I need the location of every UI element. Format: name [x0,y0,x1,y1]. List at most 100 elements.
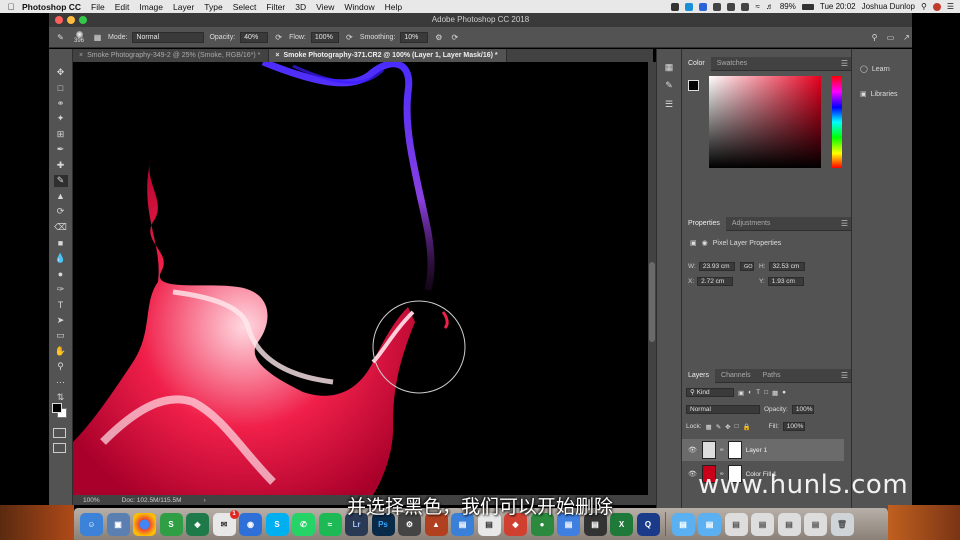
tab-layers[interactable]: Layers [682,368,716,383]
edit-toolbar-icon[interactable]: ⋯ [54,376,68,389]
foreground-color-chip[interactable] [688,80,699,91]
search-icon[interactable]: ⚲ [921,2,927,11]
volume-icon[interactable]: ♬ [766,2,774,11]
workspace-icon[interactable]: ▭ [885,32,896,43]
layer-opacity-field[interactable]: 100% [791,405,814,414]
tab-adjustments[interactable]: Adjustments [726,217,777,231]
tray-icon[interactable] [713,2,722,11]
menu-filter[interactable]: Filter [266,2,285,12]
zoom-window-button[interactable] [79,16,87,24]
adjust-panel-icon[interactable]: ☰ [662,98,676,111]
brush-preset-picker[interactable]: 396 [71,30,87,44]
battery-icon[interactable] [801,3,814,10]
layer-row-layer-1[interactable]: 👁 ∞ Layer 1 [682,439,844,461]
mode-select[interactable]: Normal [132,31,205,43]
tab-document-2[interactable]: × Smoke Photography-371.CR2 @ 100% (Layer… [269,49,507,62]
airbrush-icon[interactable]: ⟳ [344,32,355,43]
tab-paths[interactable]: Paths [757,369,787,383]
tray-icon[interactable] [741,2,750,11]
user-name[interactable]: Joshua Dunlop [862,2,915,11]
history-panel-icon[interactable]: ▦ [662,61,676,74]
battery-percent[interactable]: 89% [780,2,796,11]
clock[interactable]: Tue 20:02 [820,2,856,11]
quick-select-tool-icon[interactable]: ✦ [54,113,68,126]
history-brush-tool-icon[interactable]: ⟳ [54,206,68,219]
screen-mode-icon[interactable] [53,443,66,453]
libraries-button[interactable]: ▣ Libraries [856,86,909,102]
menu-help[interactable]: Help [385,2,402,12]
foreground-color-swatch[interactable] [52,403,62,413]
y-field[interactable]: 1.93 cm [767,277,804,286]
close-tab-icon[interactable]: × [275,52,279,59]
brush-panel-icon[interactable]: ✎ [662,80,676,93]
move-tool-icon[interactable]: ✥ [54,66,68,79]
menu-3d[interactable]: 3D [295,2,306,12]
brush-settings-icon[interactable]: ▦ [92,32,103,43]
tab-document-1[interactable]: × Smoke Photography-349-2 @ 25% (Smoke, R… [73,49,270,62]
tab-swatches[interactable]: Swatches [711,57,753,71]
layer-mask-thumbnail[interactable] [727,441,742,459]
close-window-button[interactable] [55,16,63,24]
tab-color[interactable]: Color [682,56,711,71]
panel-menu-icon[interactable]: ☰ [841,219,848,228]
blur-tool-icon[interactable]: 💧 [54,252,68,265]
lock-position-icon[interactable]: ✥ [725,423,730,431]
visibility-eye-icon[interactable]: 👁 [688,470,698,478]
color-field[interactable] [709,76,821,168]
filter-shape-icon[interactable]: □ [764,389,768,396]
shape-tool-icon[interactable]: ▭ [54,330,68,343]
filter-type-icon[interactable]: T [756,389,760,396]
lasso-tool-icon[interactable]: ⚭ [54,97,68,110]
quick-mask-icon[interactable] [53,428,66,438]
brush-tool-preset-icon[interactable]: ✎ [55,32,66,43]
menu-layer[interactable]: Layer [173,2,194,12]
menu-select[interactable]: Select [233,2,257,12]
blend-mode-select[interactable]: Normal [686,405,760,414]
hand-tool-icon[interactable]: ✋ [54,345,68,358]
minimize-window-button[interactable] [67,16,75,24]
opacity-field[interactable]: 40% [240,31,269,43]
menu-edit[interactable]: Edit [115,2,130,12]
link-icon[interactable]: ∞ [720,447,724,453]
tray-icon[interactable] [727,2,736,11]
menu-type[interactable]: Type [204,2,222,12]
hue-slider[interactable] [832,76,842,168]
filter-adjustment-icon[interactable]: ◐ [748,389,752,396]
height-field[interactable]: 32.53 cm [768,262,805,271]
smoothing-field[interactable]: 10% [400,31,429,43]
lock-pixels-icon[interactable]: ✎ [716,423,721,431]
lock-transparent-icon[interactable]: ▦ [706,423,712,431]
menu-view[interactable]: View [316,2,334,12]
pen-tool-icon[interactable]: ✑ [54,283,68,296]
link-dimensions-icon[interactable]: GO [740,262,754,271]
menu-app-name[interactable]: Photoshop CC [22,2,81,12]
share-icon[interactable]: ↗ [901,32,912,43]
kind-filter-select[interactable]: ⚲ Kind [686,388,734,397]
tab-channels[interactable]: Channels [715,369,757,383]
gradient-tool-icon[interactable]: ■ [54,237,68,250]
lock-artboard-icon[interactable]: □ [735,423,739,430]
x-field[interactable]: 2.72 cm [697,277,734,286]
zoom-tool-icon[interactable]: ⚲ [54,361,68,374]
siri-icon[interactable] [932,2,941,11]
filter-pixel-icon[interactable]: ▣ [738,389,744,397]
tab-properties[interactable]: Properties [682,216,726,231]
tray-app-icon[interactable] [671,2,680,11]
scrollbar-thumb[interactable] [649,262,655,342]
width-field[interactable]: 23.93 cm [698,262,735,271]
learn-button[interactable]: ◯ Learn [856,61,909,77]
filter-smart-object-icon[interactable]: ▩ [772,389,778,397]
menu-file[interactable]: File [91,2,105,12]
eraser-tool-icon[interactable]: ⌫ [54,221,68,234]
panel-menu-icon[interactable]: ☰ [841,59,848,68]
path-select-tool-icon[interactable]: ➤ [54,314,68,327]
dodge-tool-icon[interactable]: ● [54,268,68,281]
skype-tray-icon[interactable] [685,2,694,11]
filter-toggle-icon[interactable]: ● [782,389,786,396]
menu-image[interactable]: Image [139,2,163,12]
marquee-tool-icon[interactable]: □ [54,82,68,95]
menu-window[interactable]: Window [344,2,374,12]
fill-field[interactable]: 100% [782,422,805,431]
flow-field[interactable]: 100% [310,31,339,43]
wifi-icon[interactable]: ≈ [755,2,759,11]
